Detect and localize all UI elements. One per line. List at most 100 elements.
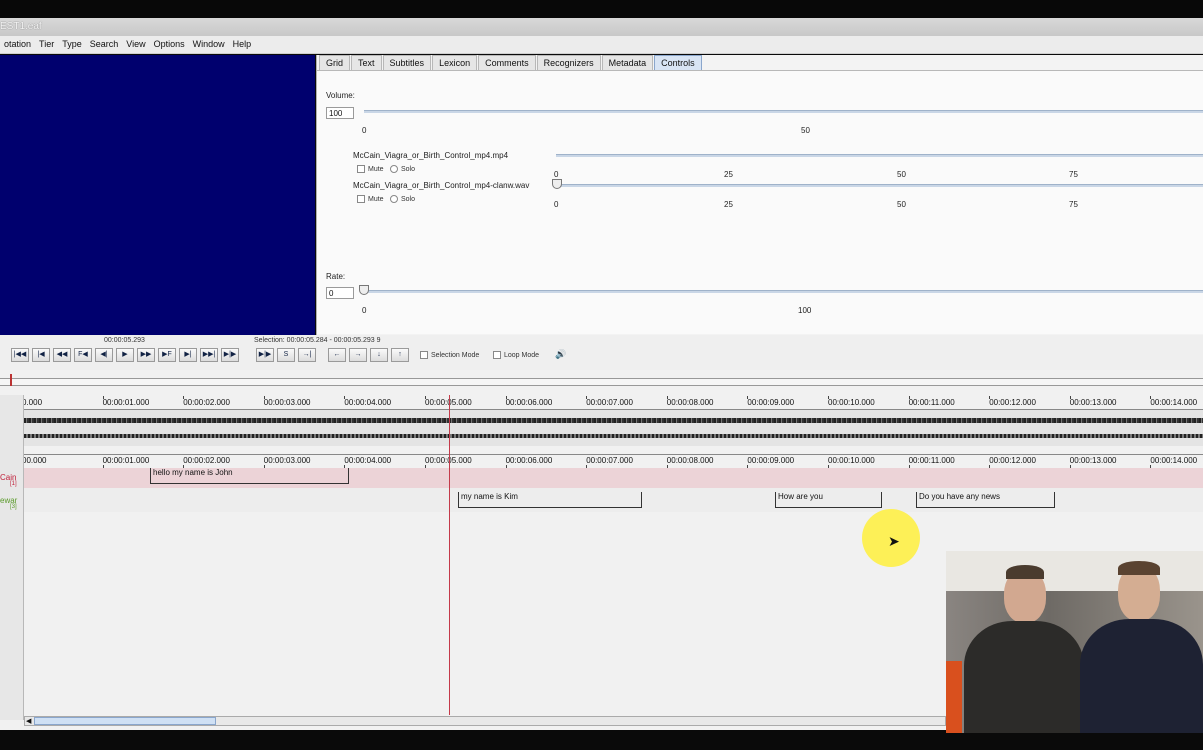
ruler-tick-mark — [908, 396, 910, 399]
step-back-button[interactable]: F◀ — [74, 348, 92, 362]
scroll-left-icon[interactable]: ◀ — [26, 717, 31, 725]
media-name: McCain_Viagra_or_Birth_Control_mp4.mp4 — [353, 151, 509, 160]
loop-mode-checkbox[interactable] — [493, 351, 501, 359]
annotation[interactable]: Do you have any news — [916, 492, 1055, 508]
nav-up-button[interactable]: ↑ — [391, 348, 409, 362]
video-viewer[interactable] — [0, 55, 315, 335]
fast-forward-button[interactable]: ▶▶ — [137, 348, 155, 362]
webcam-overlay — [946, 551, 1203, 733]
tier-name-column: Cain [1] ewar [3] — [0, 395, 24, 720]
waveform-track[interactable] — [24, 410, 1203, 446]
tab-comments[interactable]: Comments — [478, 55, 536, 70]
go-to-begin-button[interactable]: |◀◀ — [11, 348, 29, 362]
ruler-tick-mark — [344, 396, 346, 399]
next-frame-button[interactable]: ▶▶| — [200, 348, 218, 362]
scrollbar-thumb[interactable] — [34, 717, 216, 725]
menu-tier[interactable]: Tier — [35, 36, 58, 53]
selection-readout: Selection: 00:00:05.284 - 00:00:05.293 9 — [254, 337, 381, 344]
tab-recognizers[interactable]: Recognizers — [536, 55, 601, 70]
tab-controls[interactable]: Controls — [654, 55, 702, 70]
ruler-tick-label: 00:00:02.000 — [183, 456, 230, 465]
menu-search[interactable]: Search — [86, 36, 123, 53]
menu-options[interactable]: Options — [150, 36, 189, 53]
tab-text[interactable]: Text — [351, 55, 382, 70]
selection-s-button[interactable]: S — [277, 348, 295, 362]
ruler-tick-label: 00:00:07.000 — [586, 456, 633, 465]
previous-boundary-button[interactable]: ◀| — [95, 348, 113, 362]
solo-radio[interactable] — [390, 195, 398, 203]
menu-view[interactable]: View — [122, 36, 149, 53]
time-ruler[interactable]: 0.000 00:00:01.000 00:00:02.000 00:00:03.00… — [0, 396, 1203, 410]
annotation[interactable]: hello my name is John — [150, 468, 349, 484]
ruler-tick-label: 00:00:13.000 — [1069, 398, 1117, 407]
ruler-tick-mark — [505, 396, 507, 399]
ruler-tick-label: 00:00:02.000 — [183, 398, 230, 407]
rate-tick: 100 — [798, 306, 812, 315]
ruler-tick-mark — [828, 396, 829, 399]
solo-radio[interactable] — [390, 165, 398, 173]
ruler-tick-label: 00:00:12.000 — [989, 398, 1036, 407]
nav-right-button[interactable]: → — [349, 348, 367, 362]
ruler-tick-mark — [425, 396, 426, 399]
jump-selection-button[interactable]: →| — [298, 348, 316, 362]
previous-frame-button[interactable]: |◀ — [32, 348, 50, 362]
menu-type[interactable]: Type — [58, 36, 86, 53]
tab-lexicon[interactable]: Lexicon — [432, 55, 478, 70]
menu-help[interactable]: Help — [229, 36, 256, 53]
next-boundary-button[interactable]: ▶| — [179, 348, 197, 362]
speaker-icon[interactable]: 🔊 — [555, 349, 566, 360]
window-titlebar: EST1.eaf — [0, 18, 1203, 36]
rate-input[interactable]: 0 — [326, 287, 354, 299]
mute-checkbox[interactable] — [357, 195, 365, 203]
selection-mode-checkbox[interactable] — [420, 351, 428, 359]
media-volume-slider[interactable] — [556, 184, 1203, 187]
tier-index: [3] — [10, 504, 17, 510]
ruler-tick-label: 00:00:03.000 — [263, 398, 311, 407]
person-left-body — [964, 621, 1084, 733]
media-volume-slider[interactable] — [556, 154, 1203, 157]
ruler-tick-label: 0.000 — [22, 398, 43, 407]
slider-thumb[interactable] — [359, 285, 369, 295]
overview-marker-icon — [10, 374, 16, 386]
nav-down-button[interactable]: ↓ — [370, 348, 388, 362]
crosshair-cursor-line[interactable] — [449, 395, 450, 715]
mute-checkbox[interactable] — [357, 165, 365, 173]
tabbed-panel: Grid Text Subtitles Lexicon Comments Rec… — [316, 55, 1203, 335]
overview-ruler[interactable] — [0, 378, 1203, 386]
rate-slider[interactable] — [364, 290, 1203, 293]
play-button[interactable]: ▶ — [116, 348, 134, 362]
annotation-ruler[interactable]: 00.000 00:00:01.000 00:00:02.000 00:00:03.0… — [0, 454, 1203, 468]
ruler-tick-label: 00:00:14.000 — [1150, 456, 1198, 465]
ruler-tick-mark — [586, 396, 588, 399]
person-right-body — [1080, 619, 1203, 733]
media-tick: 25 — [724, 200, 733, 209]
ruler-tick-label: 00:00:08.000 — [666, 398, 714, 407]
volume-input[interactable]: 100 — [326, 107, 354, 119]
webcam-ceiling — [946, 551, 1203, 591]
ruler-tick-label: 00:00:11.000 — [908, 456, 955, 465]
volume-tick: 50 — [801, 126, 810, 135]
ruler-tick-mark — [747, 396, 749, 399]
annotation[interactable]: How are you — [775, 492, 882, 508]
tab-subtitles[interactable]: Subtitles — [382, 55, 432, 70]
menu-annotation[interactable]: otation — [0, 36, 35, 53]
menu-bar: otation Tier Type Search View Options Wi… — [0, 36, 1203, 54]
go-to-end-button[interactable]: ▶|▶ — [221, 348, 239, 362]
ruler-tick-mark — [183, 396, 185, 399]
tab-grid[interactable]: Grid — [319, 55, 351, 70]
play-selection-button[interactable]: ▶|▶ — [256, 348, 274, 362]
controls-tab-content: Volume: 100 0 50 McCain_Viagra_or_Birth_… — [317, 70, 1203, 334]
menu-window[interactable]: Window — [189, 36, 229, 53]
person-left-hair — [1006, 565, 1044, 579]
solo-label: Solo — [401, 196, 416, 203]
ruler-tick-label: 00:00:07.000 — [586, 398, 633, 407]
nav-left-button[interactable]: ← — [328, 348, 346, 362]
mute-label: Mute — [368, 196, 384, 203]
rewind-button[interactable]: ◀◀ — [53, 348, 71, 362]
slider-thumb[interactable] — [552, 179, 562, 189]
step-forward-button[interactable]: ▶F — [158, 348, 176, 362]
tab-metadata[interactable]: Metadata — [601, 55, 654, 70]
volume-slider[interactable] — [364, 110, 1203, 113]
annotation[interactable]: my name is Kim — [458, 492, 642, 508]
screen-bottom-border — [0, 733, 1203, 750]
